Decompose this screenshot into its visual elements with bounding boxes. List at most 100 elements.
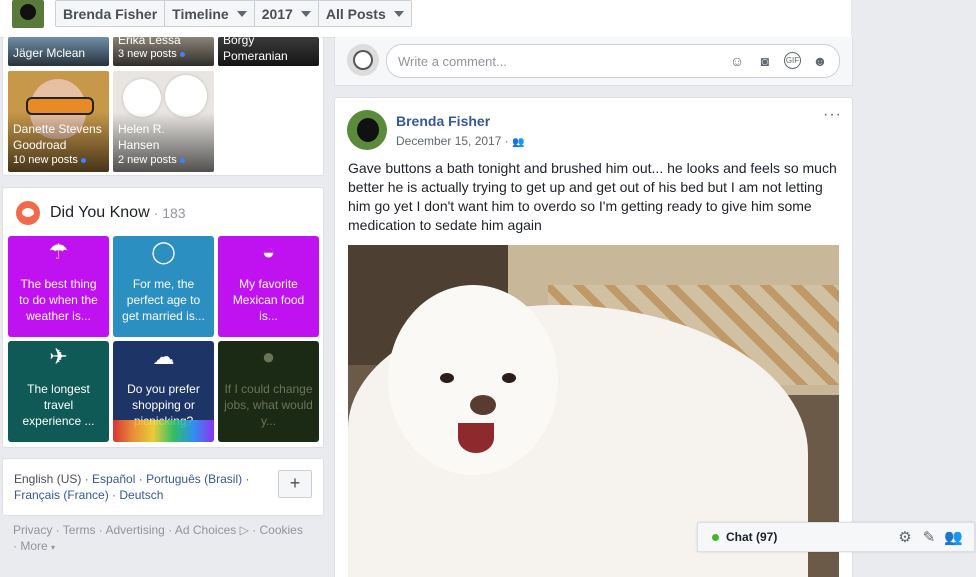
did-you-know-count: · 183 <box>153 205 186 221</box>
friends-card: Jäger Mclean Erika Lessa 3 new posts Bor… <box>2 37 324 176</box>
footer-link-cookies[interactable]: Cookies <box>260 523 303 537</box>
unread-dot-icon <box>179 157 185 163</box>
did-you-know-card: Did You Know · 183 ☂ The best thing to d… <box>2 187 324 448</box>
footer-link-terms[interactable]: Terms <box>63 523 96 537</box>
language-link[interactable]: Português (Brasil) <box>146 472 242 486</box>
question-card[interactable]: ◯ For me, the perfect age to get married… <box>113 236 214 337</box>
gif-icon[interactable]: GIF <box>784 52 801 69</box>
footer-links: Privacy · Terms · Advertising · Ad Choic… <box>13 523 303 553</box>
did-you-know-header: Did You Know · 183 <box>16 201 186 225</box>
sticker-icon[interactable]: ☻ <box>811 52 829 70</box>
new-posts-label: 10 new posts <box>13 154 78 166</box>
comment-input[interactable]: Write a comment... ☺ ◙ GIF ☻ <box>386 44 840 78</box>
did-you-know-title[interactable]: Did You Know <box>50 204 150 222</box>
question-text: For me, the perfect age to get married i… <box>122 277 205 323</box>
add-language-button[interactable]: + <box>278 470 312 498</box>
question-text: My favorite Mexican food is... <box>232 277 305 323</box>
friend-name: Erika Lessa <box>118 37 181 47</box>
new-posts-label: 2 new posts <box>118 154 177 166</box>
friend-name: Helen R. Hansen <box>118 122 165 152</box>
emoji-icon[interactable]: ☺ <box>728 52 746 70</box>
post-date[interactable]: December 15, 2017 <box>396 134 501 148</box>
post-text: Gave buttons a bath tonight and brushed … <box>348 160 837 233</box>
question-card[interactable]: ● If I could change jobs, what would y..… <box>218 341 319 442</box>
crumb-filter-dropdown[interactable]: All Posts <box>319 1 411 26</box>
airplane-icon: ✈ <box>49 344 68 369</box>
friend-name: Borgy Pomeranian <box>223 37 288 63</box>
question-text: The best thing to do when the weather is… <box>19 277 98 323</box>
friend-tile[interactable]: Erika Lessa 3 new posts <box>113 37 214 66</box>
crumb-label: Brenda Fisher <box>63 5 158 22</box>
camera-icon[interactable]: ◙ <box>756 52 774 70</box>
comment-actions: ☺ ◙ GIF ☻ <box>728 52 829 70</box>
speech-bubble-icon <box>16 201 40 225</box>
timeline-nav-bar: Brenda Fisher Timeline 2017 All Posts <box>0 0 851 38</box>
thought-bubble-icon: ☁ <box>152 344 175 369</box>
post-author-name[interactable]: Brenda Fisher <box>396 113 490 129</box>
friend-tile[interactable]: Jäger Mclean <box>8 37 109 66</box>
footer-link-ad-choices[interactable]: Ad Choices <box>175 523 236 537</box>
chat-label[interactable]: Chat (97) <box>726 530 777 544</box>
footer-link-privacy[interactable]: Privacy <box>13 523 52 537</box>
commenter-avatar[interactable] <box>347 44 379 76</box>
question-card[interactable]: ☂ The best thing to do when the weather … <box>8 236 109 337</box>
breadcrumb: Brenda Fisher Timeline 2017 All Posts <box>55 0 412 27</box>
contacts-icon[interactable]: 👥 <box>944 528 963 546</box>
crumb-year-dropdown[interactable]: 2017 <box>255 1 319 26</box>
chevron-down-icon <box>393 10 404 17</box>
comment-placeholder: Write a comment... <box>398 54 507 69</box>
post-options-button[interactable]: ··· <box>823 106 842 124</box>
unread-dot-icon <box>80 157 86 163</box>
language-link[interactable]: Français (France) <box>14 488 109 502</box>
question-text: The longest travel experience ... <box>22 382 95 428</box>
crumb-profile-name[interactable]: Brenda Fisher <box>56 1 166 26</box>
question-card[interactable]: ✈ The longest travel experience ... <box>8 341 109 442</box>
language-link[interactable]: Español <box>92 472 135 486</box>
ad-choices-icon: ▷ <box>239 523 249 537</box>
crumb-timeline-dropdown[interactable]: Timeline <box>165 1 255 26</box>
dog-mouth <box>458 423 494 453</box>
compose-icon[interactable]: ✎ <box>920 528 938 546</box>
friend-tile[interactable]: Danette Stevens Goodroad 10 new posts <box>8 71 109 172</box>
question-card[interactable]: ☁ Do you prefer shopping or picnicking? <box>113 341 214 442</box>
rainbow-decoration <box>113 420 214 442</box>
chevron-down-icon: ▾ <box>51 543 56 552</box>
dog-eye-right <box>502 373 516 383</box>
crumb-label: All Posts <box>325 5 386 22</box>
comment-bar: Write a comment... ☺ ◙ GIF ☻ <box>334 37 853 86</box>
question-icon: ● <box>261 344 276 369</box>
online-status-icon <box>712 534 719 541</box>
unread-dot-icon <box>179 51 185 57</box>
gear-icon[interactable]: ⚙ <box>896 528 914 546</box>
ring-icon: ◯ <box>151 239 176 264</box>
bowl-icon: ◒ <box>261 239 276 264</box>
dog-avatar-icon <box>20 4 36 20</box>
question-card[interactable]: ◒ My favorite Mexican food is... <box>218 236 319 337</box>
crumb-label: Timeline <box>172 5 229 22</box>
author-avatar[interactable] <box>347 110 387 150</box>
friend-tile[interactable]: Borgy Pomeranian <box>218 37 319 66</box>
dog-avatar-icon <box>357 118 379 142</box>
language-link[interactable]: Deutsch <box>119 488 163 502</box>
friend-name: Danette Stevens Goodroad <box>13 122 102 152</box>
language-list: English (US) · Español · Português (Bras… <box>14 472 250 502</box>
crumb-label: 2017 <box>261 5 293 22</box>
chevron-down-icon <box>236 10 247 17</box>
chat-tab[interactable]: Chat (97) ⚙ ✎ 👥 <box>697 522 975 552</box>
post-meta: December 15, 2017 · 👥 <box>396 134 525 148</box>
friend-tile[interactable]: Helen R. Hansen 2 new posts <box>113 71 214 172</box>
new-posts-count: 3 new posts <box>118 48 185 60</box>
timeline-post: Brenda Fisher December 15, 2017 · 👥 ··· … <box>334 97 853 577</box>
footer-link-advertising[interactable]: Advertising <box>105 523 164 537</box>
footer-link-more[interactable]: More <box>20 539 47 553</box>
dog-nose <box>470 395 496 415</box>
new-posts-label: 3 new posts <box>118 48 177 60</box>
dog-eye-left <box>440 373 454 383</box>
language-card: English (US) · Español · Português (Bras… <box>2 458 324 516</box>
question-text: If I could change jobs, what would y... <box>224 382 313 428</box>
new-posts-count: 2 new posts <box>118 154 185 166</box>
friends-icon[interactable]: 👥 <box>512 137 524 148</box>
profile-thumbnail[interactable] <box>12 0 44 28</box>
friend-name: Jäger Mclean <box>13 46 86 60</box>
new-posts-count: 10 new posts <box>13 154 86 166</box>
